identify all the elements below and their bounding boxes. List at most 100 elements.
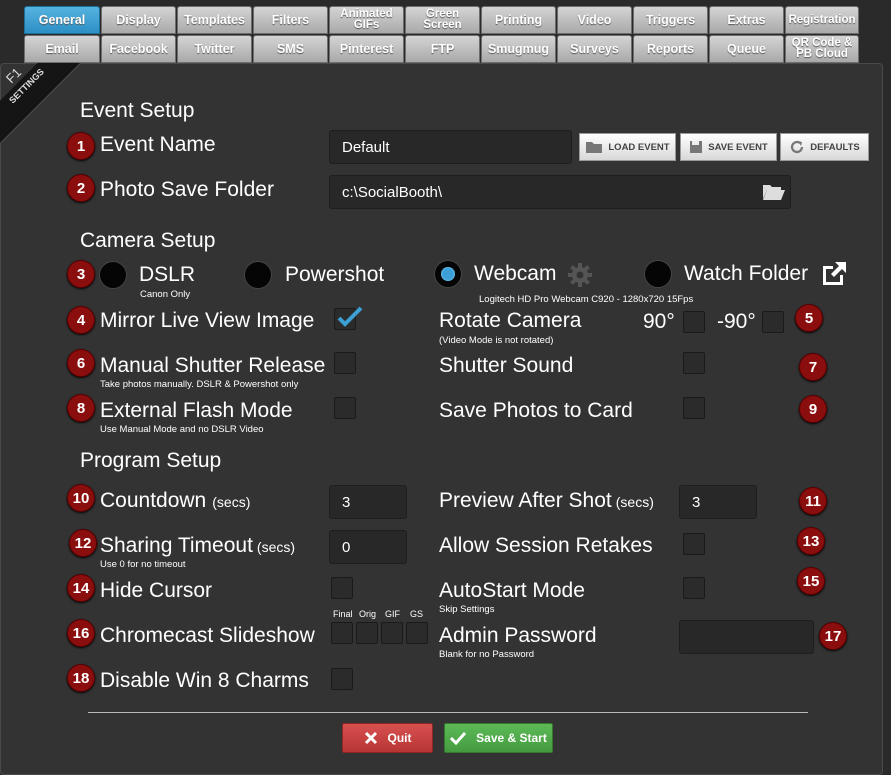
rotate-camera-sub: (Video Mode is not rotated) [439,335,554,346]
webcam-settings-gear-icon[interactable] [567,262,593,288]
preview-unit: (secs) [615,494,654,510]
quit-button[interactable]: Quit [342,723,433,753]
tab-twitter[interactable]: Twitter [177,35,252,63]
countdown-label: Countdown (secs) [100,489,250,513]
tab-printing[interactable]: Printing [481,6,556,34]
tab-display[interactable]: Display [101,6,176,34]
tab-sms[interactable]: SMS [253,35,328,63]
preview-after-shot-input[interactable]: 3 [679,485,757,519]
quit-label: Quit [387,731,412,745]
admin-password-sub: Blank for no Password [439,649,535,660]
tab-surveys[interactable]: Surveys [557,35,632,63]
tab-queue[interactable]: Queue [709,35,784,63]
tab-general[interactable]: General [24,6,100,34]
dslr-radio[interactable] [99,261,127,289]
autostart-sub: Skip Settings [439,604,495,615]
tab-registration[interactable]: Registration [785,6,859,34]
chromecast-gs-label: GS [410,609,424,619]
defaults-button[interactable]: DEFAULTS [780,133,869,161]
badge-12: 12 [69,529,97,557]
disable-win8-checkbox[interactable] [331,668,353,690]
badge-1: 1 [67,132,95,160]
sharing-text: Sharing Timeout [100,534,253,557]
mirror-live-view-label: Mirror Live View Image [100,309,315,332]
save-photos-card-checkbox[interactable] [683,397,705,419]
shutter-sound-checkbox[interactable] [683,352,705,374]
chromecast-final-checkbox[interactable] [331,622,353,644]
tab-facebook[interactable]: Facebook [101,35,176,63]
camera-setup-title: Camera Setup [80,229,216,252]
badge-16: 16 [67,619,95,647]
countdown-text: Countdown [100,489,207,512]
tab-extras[interactable]: Extras [709,6,784,34]
badge-17: 17 [819,622,847,650]
tab-pinterest[interactable]: Pinterest [329,35,404,63]
tab-filters[interactable]: Filters [253,6,328,34]
countdown-input[interactable]: 3 [329,485,407,519]
checkmark-icon [337,306,363,327]
rotate-90-checkbox[interactable] [683,311,705,333]
badge-14: 14 [67,574,95,602]
preview-after-shot-label: Preview After Shot (secs) [439,489,654,513]
manual-shutter-sub: Take photos manually. DSLR & Powershot o… [100,379,299,390]
badge-6: 6 [67,349,95,377]
shutter-sound-label: Shutter Sound [439,354,574,377]
external-link-icon[interactable] [820,260,848,286]
tab-email[interactable]: Email [24,35,100,63]
dslr-sub: Canon Only [140,289,191,300]
tab-templates[interactable]: Templates [177,6,252,34]
allow-retakes-label: Allow Session Retakes [439,534,653,557]
tab-triggers[interactable]: Triggers [633,6,708,34]
chromecast-gif-checkbox[interactable] [381,622,403,644]
watch-folder-label: Watch Folder [684,262,809,285]
admin-password-input[interactable] [679,620,814,654]
refresh-icon [791,140,804,154]
program-setup-title: Program Setup [80,449,222,472]
tab-ftp[interactable]: FTP [405,35,480,63]
tab-reports[interactable]: Reports [633,35,708,63]
save-start-label: Save & Start [476,731,547,745]
watch-folder-radio[interactable] [644,260,672,288]
autostart-checkbox[interactable] [683,577,705,599]
badge-18: 18 [67,664,95,692]
webcam-radio[interactable] [434,260,462,288]
tab-green-screen[interactable]: Green Screen [405,6,480,34]
rotate-neg90-label: -90° [717,310,756,333]
badge-5: 5 [795,304,823,332]
tab-video[interactable]: Video [557,6,632,34]
chromecast-gs-checkbox[interactable] [406,622,428,644]
event-name-input[interactable]: Default [329,130,572,164]
admin-password-label: Admin Password [439,624,597,647]
floppy-icon [690,141,703,153]
manual-shutter-label: Manual Shutter Release [100,354,326,377]
badge-11: 11 [799,487,827,515]
webcam-label: Webcam [474,262,557,285]
tab-qr-code-pb-cloud[interactable]: QR Code & PB Cloud [785,35,859,63]
save-photos-card-label: Save Photos to Card [439,399,633,422]
external-flash-checkbox[interactable] [334,397,356,419]
chromecast-gif-label: GIF [385,609,400,619]
badge-7: 7 [799,353,827,381]
hide-cursor-checkbox[interactable] [331,577,353,599]
rotate-neg90-checkbox[interactable] [762,311,784,333]
photo-save-folder-input[interactable]: c:\SocialBooth\ [329,175,791,209]
open-folder-icon[interactable] [762,182,786,201]
rotate-90-label: 90° [643,310,675,333]
save-start-button[interactable]: Save & Start [444,723,553,753]
powershot-radio[interactable] [244,261,272,289]
tab-smugmug[interactable]: Smugmug [481,35,556,63]
mirror-live-view-checkbox[interactable] [334,306,363,330]
event-name-label: Event Name [100,133,216,156]
allow-retakes-checkbox[interactable] [683,533,705,555]
chromecast-orig-checkbox[interactable] [356,622,378,644]
tab-animated-gifs[interactable]: Animated GIFs [329,6,404,34]
chromecast-final-label: Final [333,609,353,619]
save-event-label: SAVE EVENT [708,141,768,153]
sharing-timeout-input[interactable]: 0 [329,530,407,564]
manual-shutter-checkbox[interactable] [334,352,356,374]
badge-9: 9 [799,395,827,423]
settings-ribbon: F1 SETTINGS [0,63,80,143]
powershot-label: Powershot [285,263,385,286]
load-event-button[interactable]: LOAD EVENT [579,133,676,161]
save-event-button[interactable]: SAVE EVENT [680,133,777,161]
